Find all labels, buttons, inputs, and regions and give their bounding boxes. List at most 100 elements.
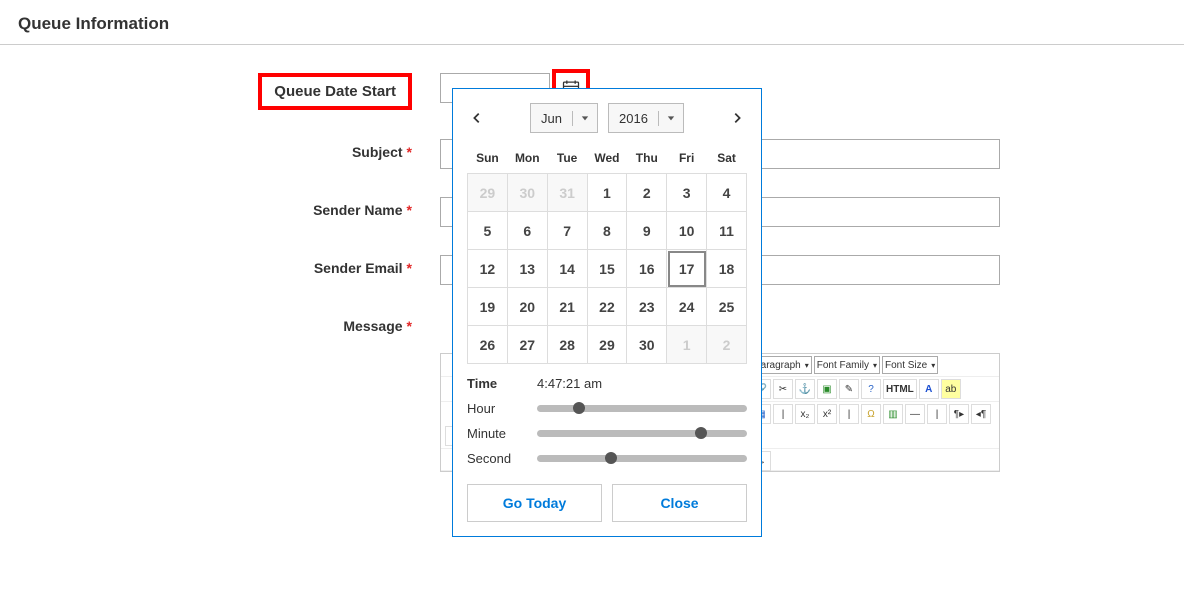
help-icon[interactable]: ? — [861, 379, 881, 399]
dow-sun: Sun — [468, 143, 508, 174]
day-cell: 30 — [507, 174, 547, 212]
day-cell[interactable]: 7 — [547, 212, 587, 250]
sender-name-label: Sender Name — [313, 202, 402, 218]
required-asterisk: * — [407, 260, 412, 276]
month-value: Jun — [531, 111, 573, 126]
hour-thumb[interactable] — [573, 402, 585, 414]
day-cell[interactable]: 15 — [587, 250, 627, 288]
hour-slider-row: Hour — [467, 401, 747, 416]
dow-thu: Thu — [627, 143, 667, 174]
calendar-grid: SunMonTueWedThuFriSat 293031123456789101… — [467, 143, 747, 364]
required-asterisk: * — [407, 202, 412, 218]
day-cell[interactable]: 13 — [507, 250, 547, 288]
anchor-icon[interactable]: ⚓ — [795, 379, 815, 399]
day-cell[interactable]: 27 — [507, 326, 547, 364]
font-family-select[interactable]: Font Family▾ — [814, 356, 880, 374]
chevron-down-icon — [581, 114, 589, 122]
day-cell[interactable]: 17 — [667, 250, 707, 288]
bg-color-icon[interactable]: ab — [941, 379, 961, 399]
superscript-icon[interactable]: x² — [817, 404, 837, 424]
dow-wed: Wed — [587, 143, 627, 174]
next-month-button[interactable] — [727, 108, 747, 128]
day-cell: 1 — [667, 326, 707, 364]
month-select[interactable]: Jun — [530, 103, 598, 133]
day-cell[interactable]: 24 — [667, 288, 707, 326]
day-cell[interactable]: 30 — [627, 326, 667, 364]
subject-label: Subject — [352, 144, 403, 160]
day-cell[interactable]: 8 — [587, 212, 627, 250]
required-asterisk: * — [407, 318, 412, 334]
hr-icon[interactable]: — — [905, 404, 925, 424]
sender-email-label: Sender Email — [314, 260, 403, 276]
day-cell[interactable]: 22 — [587, 288, 627, 326]
html-source-button[interactable]: HTML — [883, 379, 917, 399]
time-label: Time — [467, 376, 537, 391]
time-value: 4:47:21 am — [537, 376, 602, 391]
divider: | — [927, 404, 947, 424]
day-cell[interactable]: 20 — [507, 288, 547, 326]
divider: | — [773, 404, 793, 424]
unlink-icon[interactable]: ✂ — [773, 379, 793, 399]
day-cell: 29 — [468, 174, 508, 212]
day-cell[interactable]: 1 — [587, 174, 627, 212]
divider: | — [839, 404, 859, 424]
second-label: Second — [467, 451, 537, 466]
go-today-button[interactable]: Go Today — [467, 484, 602, 522]
day-cell[interactable]: 23 — [627, 288, 667, 326]
layout-icon[interactable]: ▥ — [883, 404, 903, 424]
day-cell[interactable]: 2 — [627, 174, 667, 212]
day-cell[interactable]: 14 — [547, 250, 587, 288]
day-cell[interactable]: 3 — [667, 174, 707, 212]
year-select[interactable]: 2016 — [608, 103, 684, 133]
day-cell[interactable]: 29 — [587, 326, 627, 364]
day-cell[interactable]: 9 — [627, 212, 667, 250]
image-icon[interactable]: ▣ — [817, 379, 837, 399]
required-asterisk: * — [407, 144, 412, 160]
day-cell[interactable]: 26 — [468, 326, 508, 364]
ltr-icon[interactable]: ¶▸ — [949, 404, 969, 424]
day-cell[interactable]: 19 — [468, 288, 508, 326]
day-cell[interactable]: 16 — [627, 250, 667, 288]
hour-slider[interactable] — [537, 405, 747, 412]
day-cell[interactable]: 25 — [707, 288, 747, 326]
minute-slider[interactable] — [537, 430, 747, 437]
day-cell[interactable]: 28 — [547, 326, 587, 364]
message-label: Message — [343, 318, 402, 334]
day-cell: 2 — [707, 326, 747, 364]
day-cell[interactable]: 21 — [547, 288, 587, 326]
clean-icon[interactable]: ✎ — [839, 379, 859, 399]
close-button[interactable]: Close — [612, 484, 747, 522]
minute-thumb[interactable] — [695, 427, 707, 439]
minute-label: Minute — [467, 426, 537, 441]
page-title: Queue Information — [0, 0, 1184, 45]
datepicker-popup: Jun 2016 SunMonTueWedThuFriSat 293031123… — [452, 88, 762, 537]
day-cell[interactable]: 12 — [468, 250, 508, 288]
day-cell[interactable]: 11 — [707, 212, 747, 250]
font-size-select[interactable]: Font Size▾ — [882, 356, 938, 374]
queue-date-start-label-highlight: Queue Date Start — [258, 73, 412, 110]
second-slider-row: Second — [467, 451, 747, 466]
day-cell[interactable]: 6 — [507, 212, 547, 250]
day-cell[interactable]: 5 — [468, 212, 508, 250]
minute-slider-row: Minute — [467, 426, 747, 441]
hour-label: Hour — [467, 401, 537, 416]
day-cell[interactable]: 4 — [707, 174, 747, 212]
dow-tue: Tue — [547, 143, 587, 174]
chevron-right-icon — [730, 111, 744, 125]
chevron-down-icon — [667, 114, 675, 122]
subscript-icon[interactable]: x₂ — [795, 404, 815, 424]
text-color-icon[interactable]: A — [919, 379, 939, 399]
day-cell[interactable]: 10 — [667, 212, 707, 250]
time-display: Time 4:47:21 am — [467, 376, 747, 391]
year-value: 2016 — [609, 111, 659, 126]
second-slider[interactable] — [537, 455, 747, 462]
dow-sat: Sat — [707, 143, 747, 174]
dow-mon: Mon — [507, 143, 547, 174]
rtl-icon[interactable]: ◂¶ — [971, 404, 991, 424]
special-char-icon[interactable]: Ω — [861, 404, 881, 424]
dow-fri: Fri — [667, 143, 707, 174]
day-cell[interactable]: 18 — [707, 250, 747, 288]
second-thumb[interactable] — [605, 452, 617, 464]
prev-month-button[interactable] — [467, 108, 487, 128]
chevron-left-icon — [470, 111, 484, 125]
